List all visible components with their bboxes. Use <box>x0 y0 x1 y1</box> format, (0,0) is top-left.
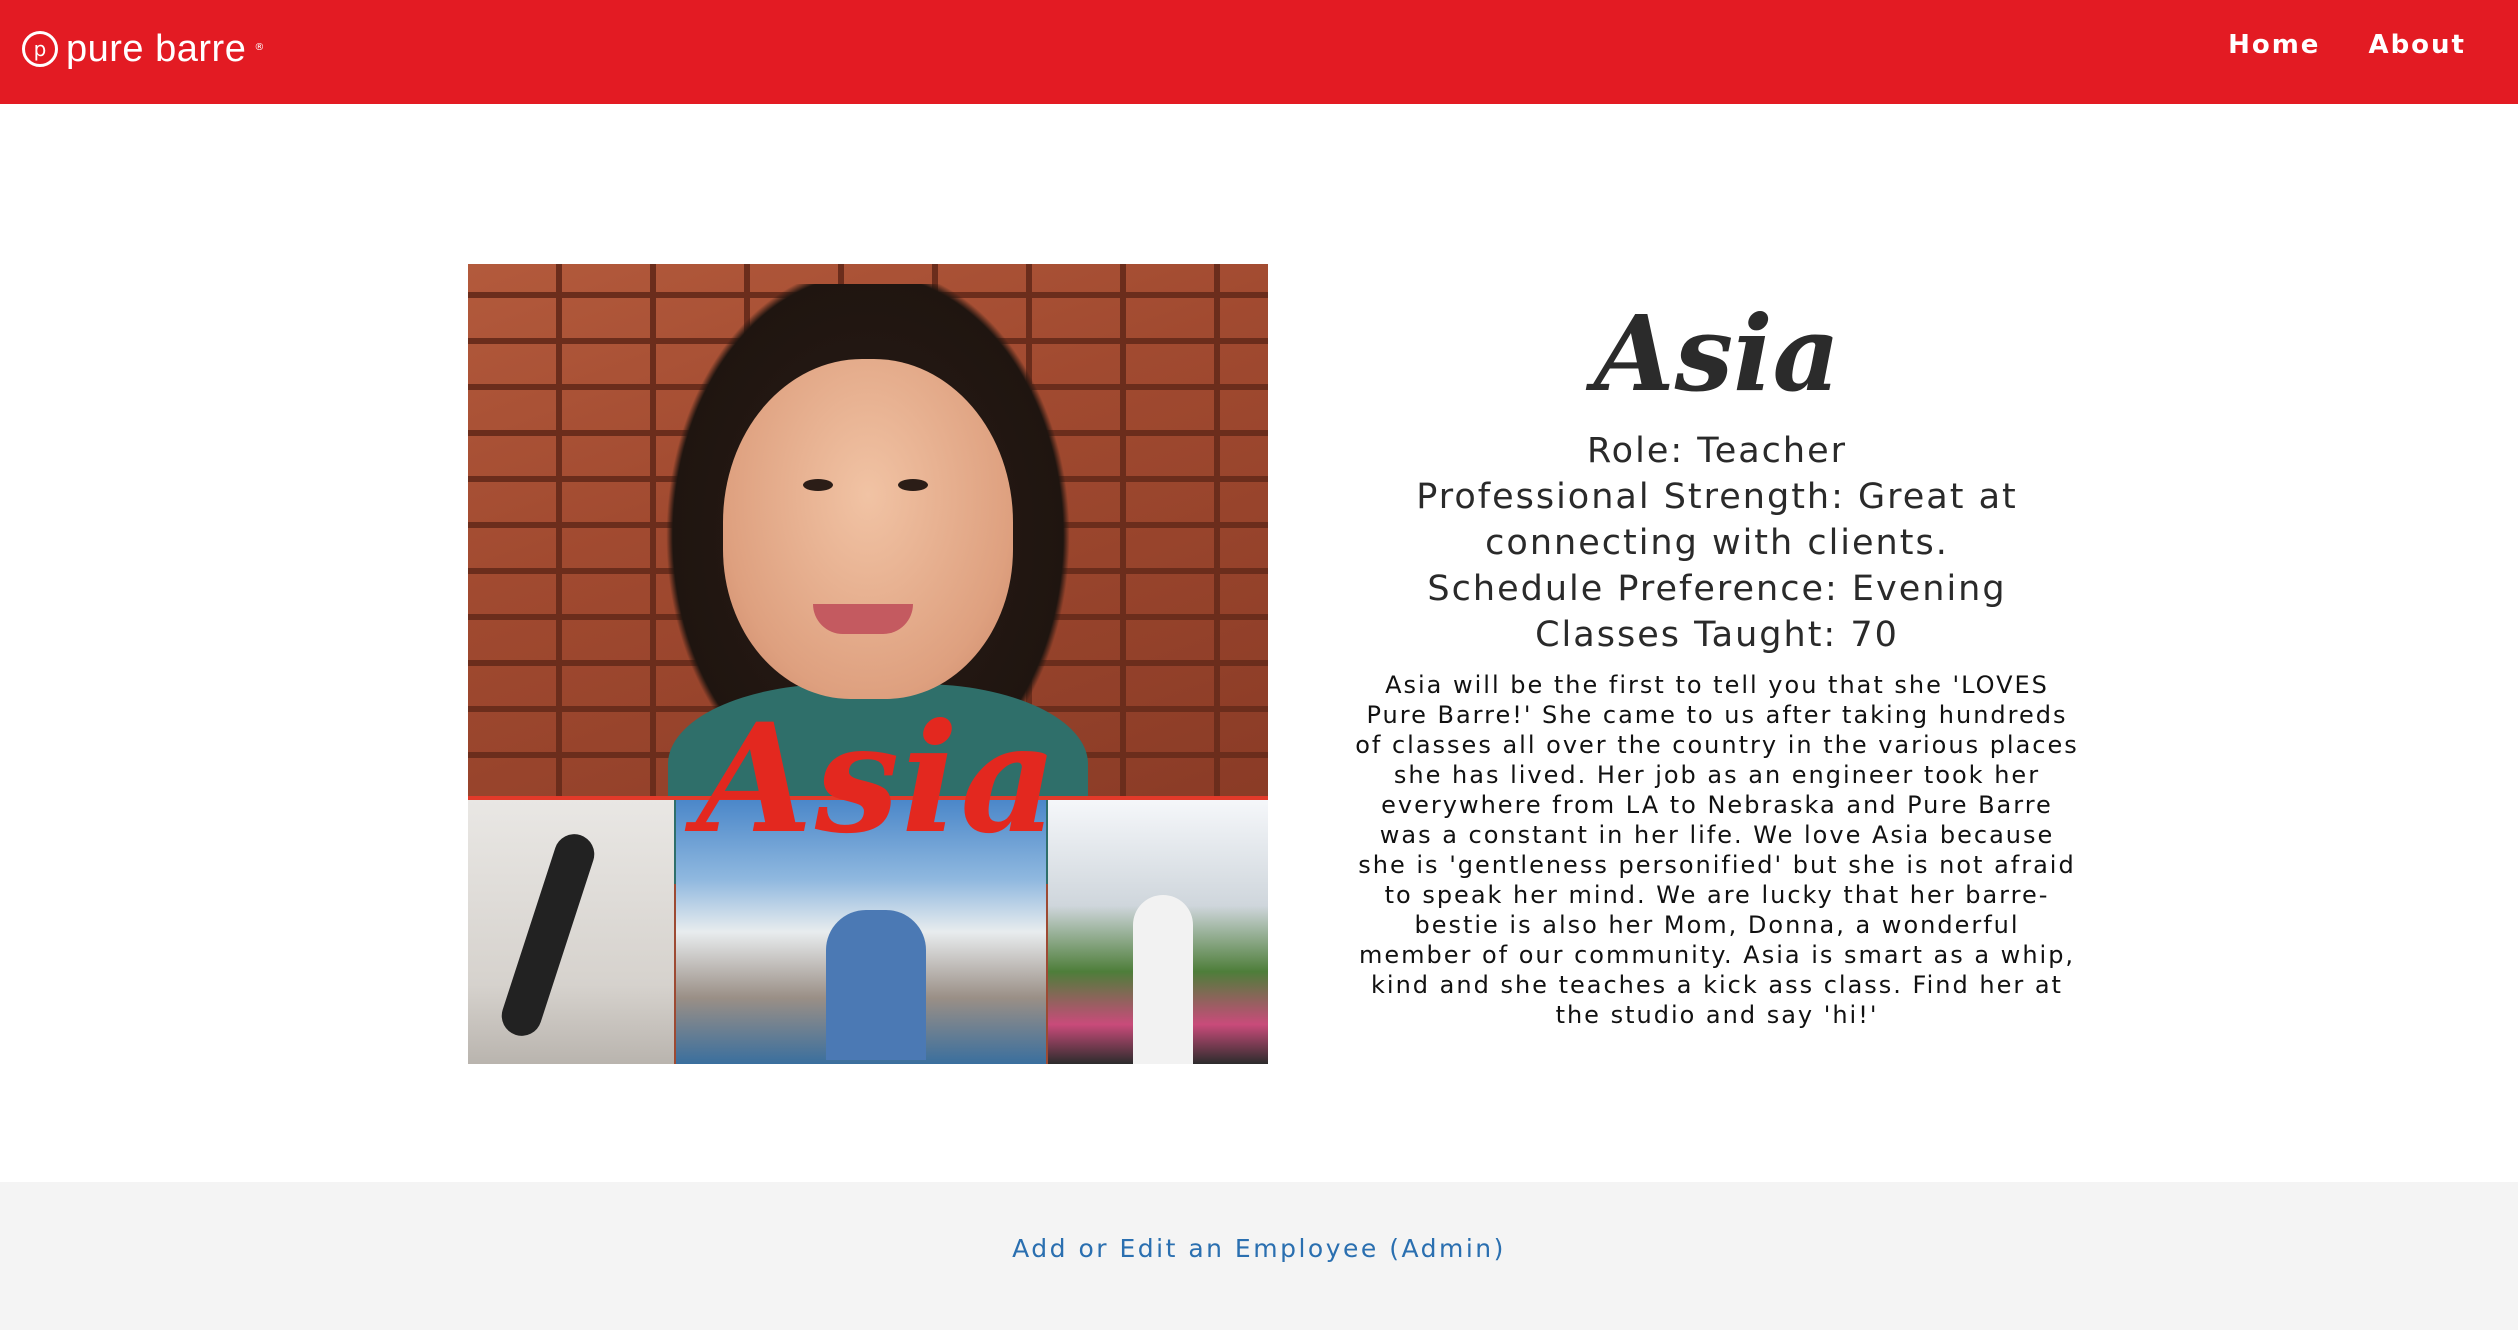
collage-photo-yoga <box>468 800 674 1064</box>
garden-figure <box>1133 895 1193 1064</box>
logo-glyph: p <box>33 37 47 61</box>
top-navbar: p pure barre ® Home About <box>0 0 2518 104</box>
admin-edit-employee-link[interactable]: Add or Edit an Employee (Admin) <box>0 1234 2518 1263</box>
brand-logo[interactable]: p pure barre ® <box>22 24 264 74</box>
employee-name: Asia <box>1593 292 1841 415</box>
portrait-smile <box>813 604 913 634</box>
pure-barre-logo-icon: p <box>22 31 58 67</box>
brand-name: pure barre <box>66 28 247 70</box>
employee-schedule: Schedule Preference: Evening <box>1427 569 2007 609</box>
employee-details: Role: Teacher Professional Strength: Gre… <box>1320 428 2114 658</box>
nav-home-link[interactable]: Home <box>2228 30 2320 60</box>
santorini-figure <box>826 910 926 1060</box>
photo-overlay-name: Asia <box>696 691 1060 867</box>
footer: Add or Edit an Employee (Admin) <box>0 1182 2518 1330</box>
employee-info: Asia Role: Teacher Professional Strength… <box>1320 290 2114 1030</box>
portrait-left-eye <box>803 479 833 491</box>
employee-strength: Professional Strength: Great at connecti… <box>1416 477 2018 563</box>
yoga-figure <box>496 828 600 1042</box>
employee-bio: Asia will be the first to tell you that … <box>1355 671 2079 1029</box>
portrait-face <box>723 359 1013 699</box>
nav-about-link[interactable]: About <box>2368 30 2466 60</box>
brand-registered-mark: ® <box>254 41 265 53</box>
nav-links: Home About <box>2228 30 2466 60</box>
employee-role: Role: Teacher <box>1586 431 1848 471</box>
employee-photo-collage: Asia <box>468 264 1268 1064</box>
employee-classes: Classes Taught: 70 <box>1535 615 1899 655</box>
portrait-right-eye <box>898 479 928 491</box>
